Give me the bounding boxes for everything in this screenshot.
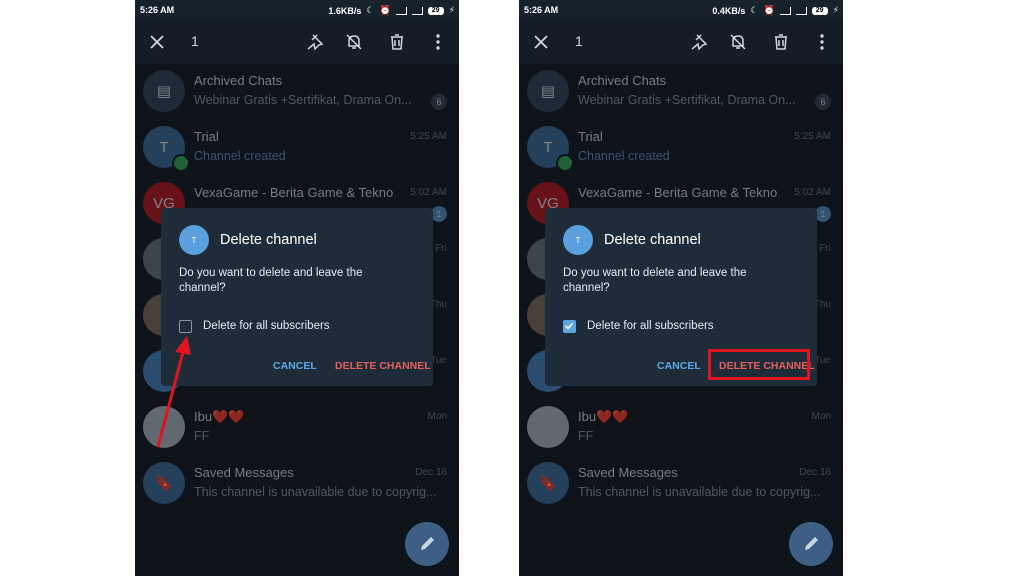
annotation-arrow bbox=[156, 336, 191, 448]
